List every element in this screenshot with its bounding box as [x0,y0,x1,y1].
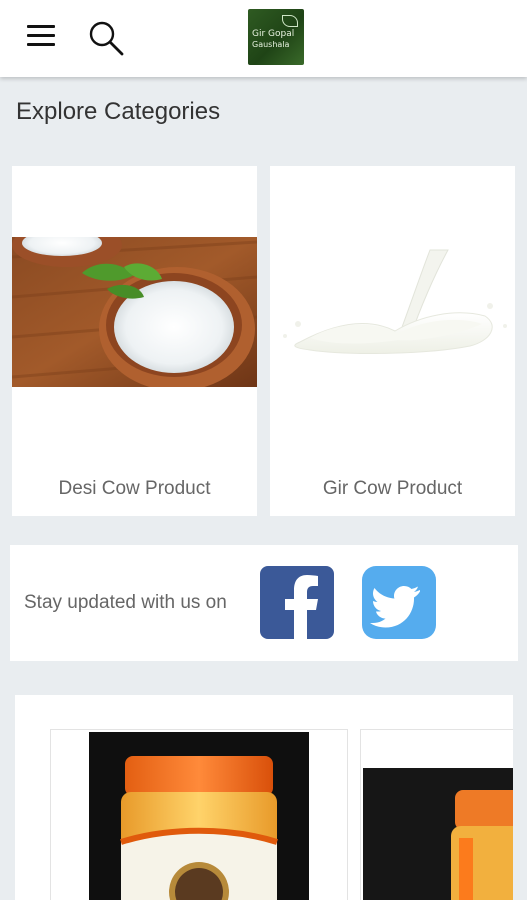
logo-text-line1: Gir Gopal [252,29,295,39]
buttermilk-image [12,237,257,387]
product-card[interactable] [50,729,348,900]
page-title: Explore Categories [16,98,221,125]
category-label: Desi Cow Product [58,478,211,499]
twitter-icon[interactable] [362,566,436,639]
app-header: Gir Gopal Gaushala [0,0,527,77]
cow-logo-icon [282,15,298,27]
category-label: Gir Cow Product [322,478,463,499]
facebook-icon[interactable] [260,566,334,639]
product-carousel[interactable] [15,695,513,900]
brand-logo[interactable]: Gir Gopal Gaushala [248,9,304,65]
category-card-desi-cow[interactable]: Desi Cow Product [12,166,257,516]
ghee-jar-image [89,732,309,900]
social-prompt-text: Stay updated with us on [24,592,227,613]
search-icon[interactable] [86,18,126,58]
ghee-jar-image [363,768,513,900]
hamburger-menu-icon[interactable] [27,25,55,47]
social-follow-card: Stay updated with us on [10,545,518,661]
product-card[interactable] [360,729,513,900]
category-card-gir-cow[interactable]: Gir Cow Product [270,166,515,516]
logo-text-line2: Gaushala [252,40,290,49]
milk-splash-image [270,246,515,376]
